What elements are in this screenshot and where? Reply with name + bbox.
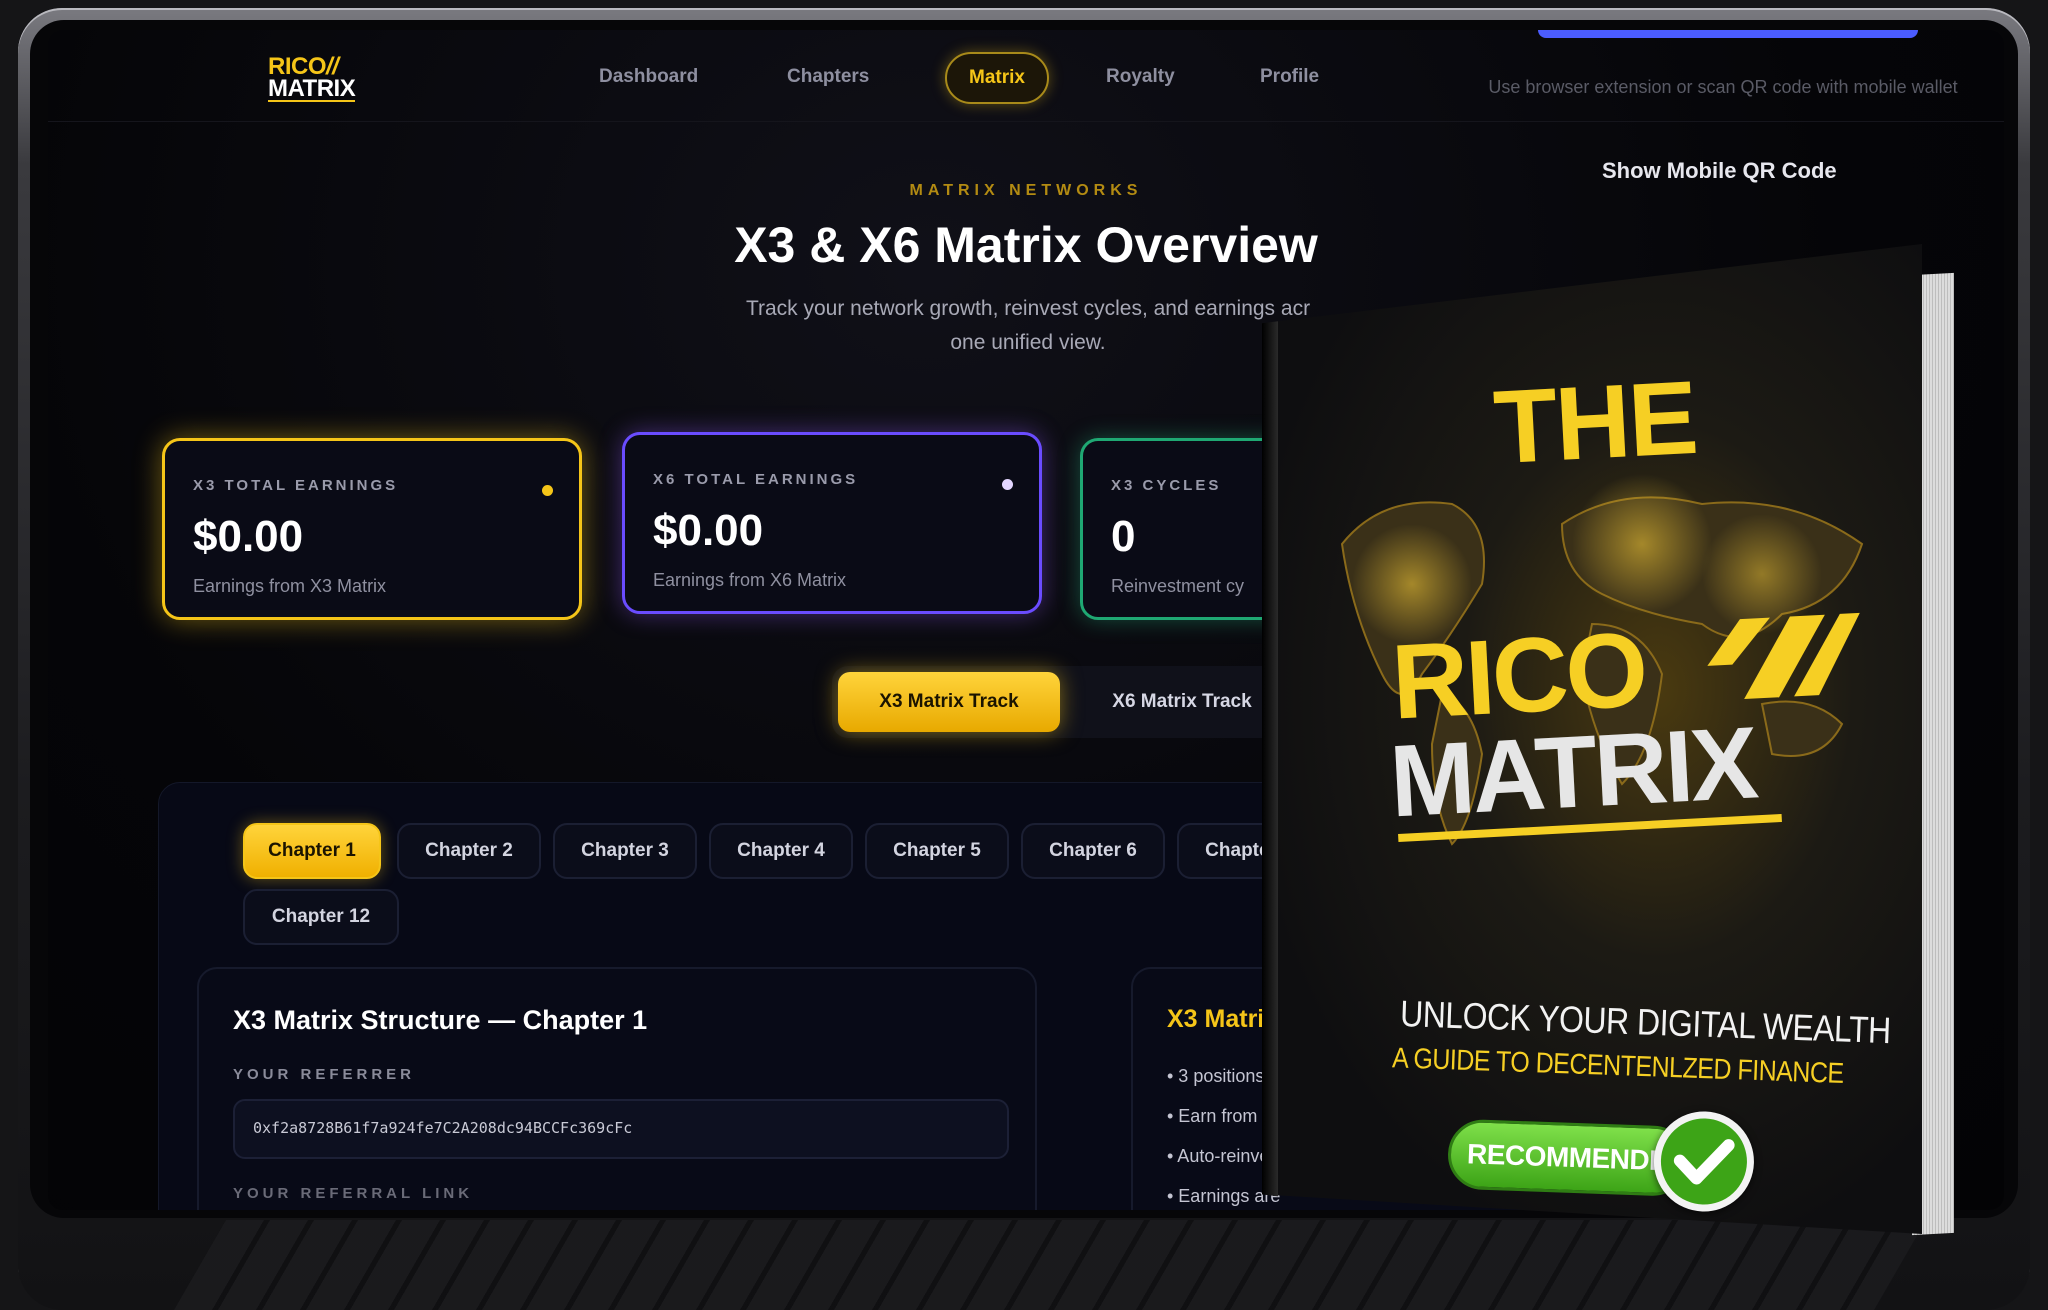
stat-card-x3-earnings: X3 TOTAL EARNINGS $0.00 Earnings from X3… bbox=[162, 438, 582, 620]
stat-value: $0.00 bbox=[653, 506, 764, 555]
stat-label: X3 TOTAL EARNINGS bbox=[193, 477, 399, 494]
x3-track-tab[interactable]: X3 Matrix Track bbox=[838, 672, 1060, 732]
nav-profile[interactable]: Profile bbox=[1260, 66, 1319, 88]
logo-slash-icon bbox=[1707, 612, 1860, 700]
badge-label: RECOMMENDED bbox=[1446, 1118, 1690, 1197]
section-eyebrow: MATRIX NETWORKS bbox=[909, 182, 1143, 199]
logo[interactable]: RICO// MATRIX bbox=[268, 55, 356, 103]
wallet-hint: Use browser extension or scan QR code wi… bbox=[1488, 77, 1958, 97]
status-dot-icon bbox=[542, 485, 553, 496]
status-dot-icon bbox=[1002, 479, 1013, 490]
connect-wallet-button[interactable] bbox=[1538, 30, 1918, 38]
x6-track-tab[interactable]: X6 Matrix Track bbox=[1072, 672, 1292, 732]
book-tagline: A GUIDE TO DECENTENLZED FINANCE bbox=[1391, 1041, 1845, 1090]
matrix-structure-card: X3 Matrix Structure — Chapter 1 YOUR REF… bbox=[197, 967, 1037, 1210]
chapter-chip-2[interactable]: Chapter 2 bbox=[397, 823, 541, 879]
nav-royalty[interactable]: Royalty bbox=[1106, 66, 1175, 88]
logo-matrix: MATRIX bbox=[268, 75, 356, 102]
book-subtitle: UNLOCK YOUR DIGITAL WEALTH bbox=[1399, 992, 1892, 1052]
nav-dashboard[interactable]: Dashboard bbox=[599, 66, 698, 88]
recommended-badge: RECOMMENDED bbox=[1446, 1103, 1761, 1214]
book-spine bbox=[1262, 321, 1278, 1197]
checkmark-icon bbox=[1652, 1109, 1756, 1214]
nav-chapters[interactable]: Chapters bbox=[787, 66, 869, 88]
chapter-chip-4[interactable]: Chapter 4 bbox=[709, 823, 853, 879]
book-title-the: THE bbox=[1491, 359, 1699, 487]
track-toggle: X3 Matrix Track X6 Matrix Track bbox=[832, 666, 1312, 738]
book-cover-image: THE RICO MATRIX UNLOCK YOUR DIGITAL WEAL… bbox=[1262, 244, 1962, 1244]
show-qr-link[interactable]: Show Mobile QR Code bbox=[1602, 158, 1837, 184]
chapter-chip-3[interactable]: Chapter 3 bbox=[553, 823, 697, 879]
chapter-chip-5[interactable]: Chapter 5 bbox=[865, 823, 1009, 879]
structure-title: X3 Matrix Structure — Chapter 1 bbox=[233, 1005, 648, 1035]
stat-desc: Earnings from X6 Matrix bbox=[653, 570, 847, 590]
referrer-address-field[interactable]: 0xf2a8728B61f7a924fe7C2A208dc94BCCFc369c… bbox=[233, 1099, 1009, 1159]
stat-desc: Earnings from X3 Matrix bbox=[193, 576, 387, 596]
stat-card-x6-earnings: X6 TOTAL EARNINGS $0.00 Earnings from X6… bbox=[622, 432, 1042, 614]
book-cover: THE RICO MATRIX UNLOCK YOUR DIGITAL WEAL… bbox=[1262, 244, 1922, 1234]
chapter-chip-1[interactable]: Chapter 1 bbox=[243, 823, 381, 879]
top-nav: RICO// MATRIX Dashboard Chapters Matrix … bbox=[48, 30, 2004, 122]
referral-link-label: YOUR REFERRAL LINK bbox=[233, 1185, 474, 1202]
referrer-label: YOUR REFERRER bbox=[233, 1066, 416, 1083]
nav-matrix[interactable]: Matrix bbox=[945, 52, 1049, 104]
chapter-chip-12[interactable]: Chapter 12 bbox=[243, 889, 399, 945]
chapter-chip-6[interactable]: Chapter 6 bbox=[1021, 823, 1165, 879]
stat-label: X6 TOTAL EARNINGS bbox=[653, 471, 859, 488]
stat-value: $0.00 bbox=[193, 512, 304, 561]
